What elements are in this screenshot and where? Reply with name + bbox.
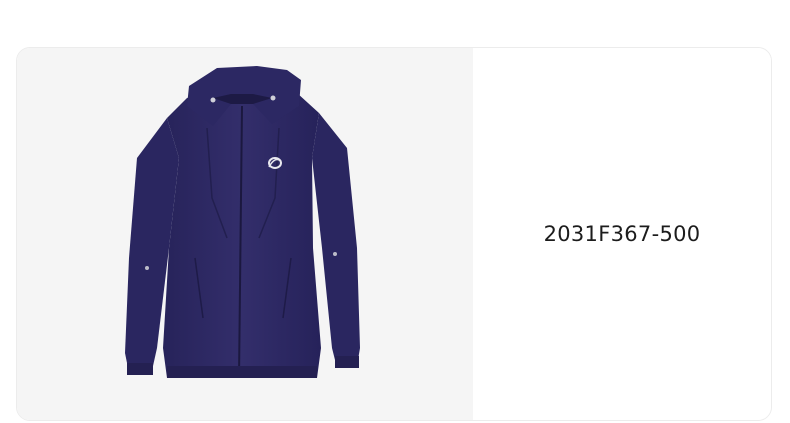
product-image[interactable] — [17, 48, 473, 420]
jacket-image — [125, 66, 360, 379]
product-card[interactable]: 2031F367-500 — [16, 47, 772, 421]
product-info: 2031F367-500 — [473, 48, 771, 420]
product-sku: 2031F367-500 — [543, 222, 701, 246]
